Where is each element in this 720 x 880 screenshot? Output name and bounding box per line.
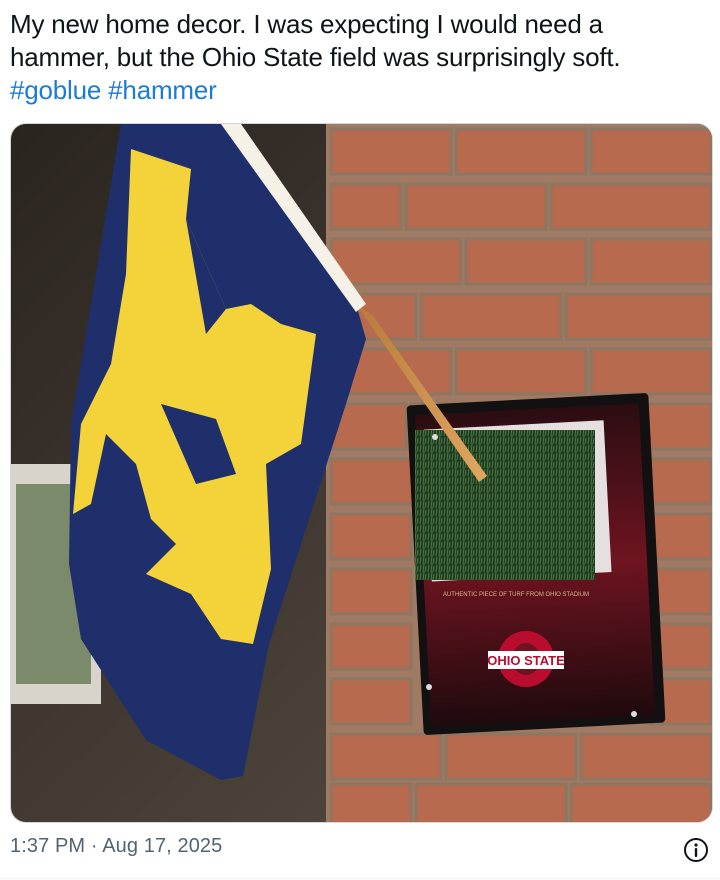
turf-piece	[415, 430, 595, 580]
info-circle-icon[interactable]	[683, 837, 709, 863]
tweet-text: My new home decor. I was expecting I wou…	[10, 8, 700, 107]
tweet-photo[interactable]: AUTHENTIC PIECE OF TURF FROM OHIO STADIU…	[10, 123, 713, 823]
tweet-timestamp[interactable]: 1:37 PM · Aug 17, 2025	[10, 835, 222, 858]
hashtag-goblue[interactable]: #goblue	[10, 75, 101, 105]
tweet-time: 1:37 PM	[10, 835, 86, 857]
tweet-body: My new home decor. I was expecting I wou…	[10, 9, 621, 72]
timestamp-separator: ·	[90, 835, 98, 857]
ohio-state-plaque: AUTHENTIC PIECE OF TURF FROM OHIO STADIU…	[406, 393, 666, 735]
bottom-divider	[0, 878, 720, 879]
tweet-card: My new home decor. I was expecting I wou…	[0, 0, 720, 880]
hashtag-hammer[interactable]: #hammer	[108, 75, 217, 105]
tweet-date: Aug 17, 2025	[102, 835, 223, 857]
plaque-caption: AUTHENTIC PIECE OF TURF FROM OHIO STADIU…	[443, 592, 589, 598]
photo-scene: AUTHENTIC PIECE OF TURF FROM OHIO STADIU…	[11, 124, 712, 822]
ohio-state-logo-text: OHIO STATE	[487, 653, 565, 668]
